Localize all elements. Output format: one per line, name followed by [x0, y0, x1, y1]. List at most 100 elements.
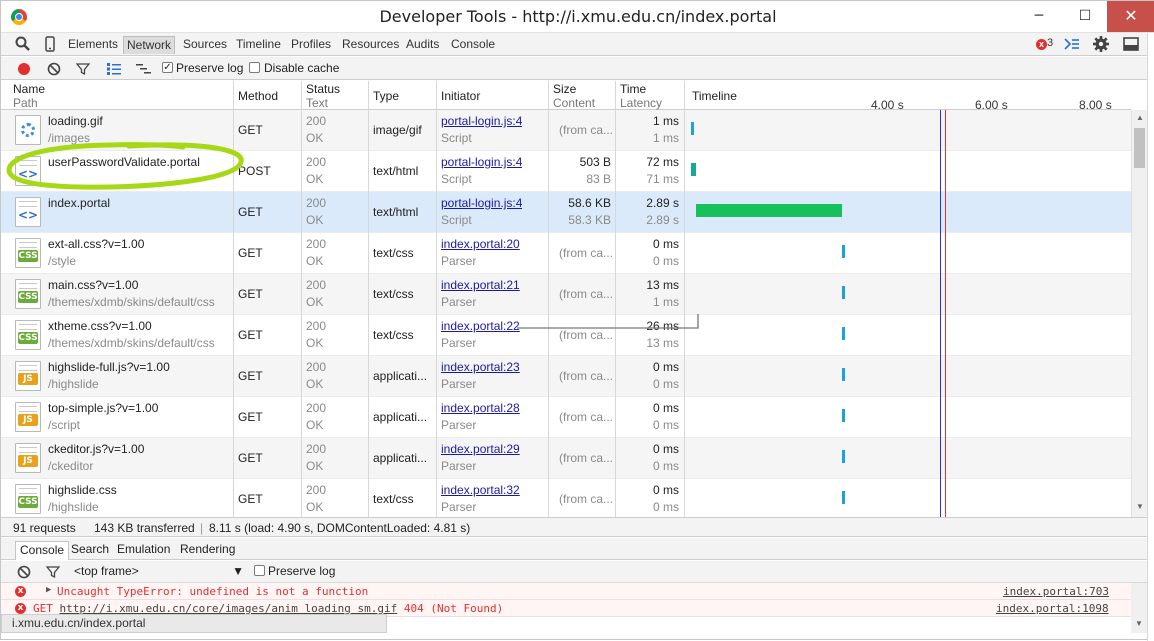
- css-icon: CSS: [15, 320, 41, 350]
- console-clear-icon[interactable]: [17, 565, 31, 582]
- minimize-button[interactable]: ─: [1016, 1, 1062, 32]
- tab-elements[interactable]: Elements: [65, 36, 121, 54]
- timeline-bar[interactable]: [842, 491, 846, 504]
- column-status[interactable]: Status Text: [306, 82, 340, 110]
- disable-cache-checkbox[interactable]: [249, 62, 260, 73]
- transferred-size: 143 KB transferred: [94, 521, 195, 535]
- error-counter[interactable]: x3: [1036, 37, 1053, 50]
- scroll-up-icon[interactable]: ▲: [1136, 113, 1144, 122]
- tab-timeline[interactable]: Timeline: [233, 36, 284, 54]
- large-rows-icon[interactable]: [106, 62, 122, 76]
- initiator-link[interactable]: portal-login.js:4: [441, 195, 522, 212]
- scroll-thumb[interactable]: [1134, 128, 1145, 168]
- tab-profiles[interactable]: Profiles: [288, 36, 334, 54]
- drawer-tab-rendering[interactable]: Rendering: [176, 541, 239, 560]
- table-row[interactable]: CSS ext-all.css?v=1.00/style GET 200 OK text/…: [1, 233, 1131, 274]
- table-row[interactable]: JS ckeditor.js?v=1.00/ckeditor GET 200 OK app…: [1, 438, 1131, 479]
- status-code: 200: [306, 114, 327, 128]
- tab-audits[interactable]: Audits: [403, 36, 442, 54]
- timeline-bar[interactable]: [842, 368, 846, 381]
- filter-icon[interactable]: [75, 62, 91, 76]
- request-name[interactable]: ext-all.css?v=1.00: [48, 236, 232, 253]
- tab-sources[interactable]: Sources: [180, 36, 230, 54]
- record-icon[interactable]: [18, 63, 30, 75]
- request-name[interactable]: main.css?v=1.00: [48, 277, 232, 294]
- table-row[interactable]: JS top-simple.js?v=1.00/script GET 200 OK app…: [1, 397, 1131, 438]
- console-scrollbar[interactable]: ▼: [1131, 583, 1147, 633]
- table-row[interactable]: CSS main.css?v=1.00/themes/xdmb/skins/def…: [1, 274, 1131, 315]
- initiator-link[interactable]: index.portal:20: [441, 236, 520, 253]
- initiator-link[interactable]: index.portal:23: [441, 359, 520, 376]
- request-name[interactable]: index.portal: [48, 195, 232, 212]
- request-name[interactable]: top-simple.js?v=1.00: [48, 400, 232, 417]
- timeline-bar[interactable]: [842, 409, 846, 422]
- drawer-tab-search[interactable]: Search: [67, 541, 113, 560]
- request-time: 0 ms: [652, 442, 679, 456]
- network-toolbar: ✓ Preserve log Disable cache: [1, 57, 1147, 80]
- initiator-link[interactable]: index.portal:28: [441, 400, 520, 417]
- scroll-down-icon[interactable]: ▼: [1136, 502, 1144, 511]
- initiator-link[interactable]: index.portal:21: [441, 277, 520, 294]
- preserve-log-checkbox[interactable]: ✓: [162, 62, 173, 73]
- initiator-link[interactable]: index.portal:29: [441, 441, 520, 458]
- request-name[interactable]: ckeditor.js?v=1.00: [48, 441, 232, 458]
- timeline-bar[interactable]: [691, 163, 697, 176]
- request-name[interactable]: xtheme.css?v=1.00: [48, 318, 232, 335]
- initiator-link[interactable]: index.portal:32: [441, 482, 520, 499]
- waterfall-overview-icon[interactable]: [135, 62, 153, 76]
- initiator-link[interactable]: index.portal:22: [441, 318, 520, 335]
- column-timeline[interactable]: Timeline: [692, 89, 737, 103]
- css-icon: CSS: [15, 484, 41, 514]
- timeline-bar[interactable]: [691, 122, 695, 135]
- gear-icon[interactable]: [1092, 35, 1112, 53]
- expand-triangle-icon[interactable]: ▶: [46, 585, 51, 595]
- timeline-bar[interactable]: [842, 327, 846, 340]
- inspect-search-icon[interactable]: [14, 35, 34, 53]
- tab-network[interactable]: Network: [123, 36, 176, 54]
- show-drawer-icon[interactable]: [1063, 35, 1083, 53]
- request-method: GET: [238, 451, 263, 465]
- column-method[interactable]: Method: [238, 89, 278, 103]
- request-name[interactable]: loading.gif: [48, 113, 232, 130]
- timeline-bar[interactable]: [842, 450, 846, 463]
- tab-console[interactable]: Console: [448, 36, 498, 54]
- device-mode-icon[interactable]: [41, 35, 61, 53]
- domcontentloaded-marker: [940, 110, 942, 517]
- tab-resources[interactable]: Resources: [339, 36, 402, 54]
- column-status-label: Status: [306, 82, 341, 96]
- request-time: 1 ms: [652, 114, 679, 128]
- column-initiator[interactable]: Initiator: [441, 89, 480, 103]
- column-size[interactable]: Size Content: [553, 82, 595, 110]
- column-divider: [436, 81, 437, 517]
- column-time[interactable]: Time Latency: [620, 82, 662, 110]
- error-source-link[interactable]: index.portal:703: [1003, 585, 1109, 598]
- table-scrollbar[interactable]: ▲ ▼: [1131, 110, 1147, 517]
- initiator-link[interactable]: portal-login.js:4: [441, 113, 522, 130]
- dock-side-icon[interactable]: [1122, 35, 1142, 53]
- column-type[interactable]: Type: [373, 89, 399, 103]
- clear-icon[interactable]: [47, 62, 61, 76]
- status-text: OK: [306, 295, 324, 309]
- console-preserve-log-checkbox[interactable]: [254, 565, 265, 576]
- table-row[interactable]: CSS highslide.css/highslide GET 200 OK text/c…: [1, 479, 1131, 517]
- column-path-label: Path: [13, 96, 38, 110]
- maximize-button[interactable]: ☐: [1062, 1, 1108, 32]
- initiator-link[interactable]: portal-login.js:4: [441, 154, 522, 171]
- request-name[interactable]: highslide-full.js?v=1.00: [48, 359, 232, 376]
- scroll-down-icon[interactable]: ▼: [1135, 619, 1143, 628]
- drawer-tab-emulation[interactable]: Emulation: [113, 541, 174, 560]
- timeline-bar[interactable]: [842, 286, 846, 299]
- request-latency: 71 ms: [646, 172, 679, 186]
- request-name[interactable]: highslide.css: [48, 482, 232, 499]
- timeline-bar[interactable]: [696, 204, 843, 217]
- column-name[interactable]: Name Path: [13, 82, 45, 110]
- console-filter-icon[interactable]: [45, 565, 61, 582]
- table-row[interactable]: JS highslide-full.js?v=1.00/highslide GET 2…: [1, 356, 1131, 397]
- timeline-bar[interactable]: [842, 245, 846, 258]
- drawer-tab-console[interactable]: Console: [15, 541, 70, 560]
- frame-selector[interactable]: <top frame> ▼: [74, 564, 246, 581]
- console-error-message[interactable]: x ▶ Uncaught TypeError: undefined is not…: [1, 583, 1147, 600]
- close-button[interactable]: ✕: [1107, 1, 1154, 32]
- table-row[interactable]: <> index.portal GET 200 OK text/html portal-lo…: [1, 192, 1131, 233]
- error-source-link[interactable]: index.portal:1098: [996, 602, 1109, 615]
